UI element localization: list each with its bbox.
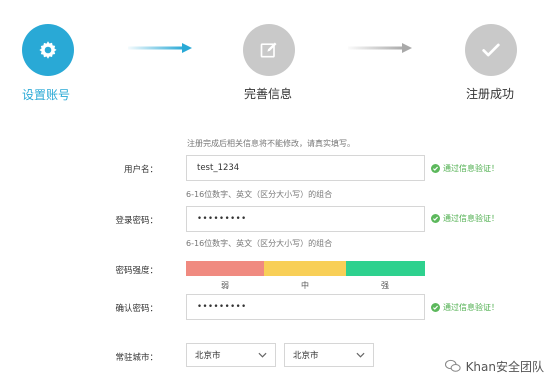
username-hint: 6-16位数字、英文（区分大小写）的组合: [186, 190, 333, 199]
step-2-circle: [243, 24, 295, 76]
confirm-password-status: 通过信息验证！: [431, 302, 499, 313]
check-icon: [482, 43, 500, 57]
step-3-label: 注册成功: [466, 87, 515, 101]
password-label: 登录密码：: [115, 216, 158, 226]
chevron-down-icon: [258, 352, 267, 358]
step-1-label: 设置账号: [22, 88, 71, 102]
confirm-password-input[interactable]: •••••••••: [186, 294, 425, 320]
password-value: •••••••••: [197, 214, 247, 224]
city-select-value: 北京市: [293, 351, 319, 361]
strength-strong-label: 强: [381, 281, 389, 290]
check-circle-icon: [431, 303, 440, 312]
gear-icon: [39, 41, 57, 59]
chevron-down-icon: [356, 352, 365, 358]
watermark: Khan安全团队: [444, 357, 544, 375]
confirm-password-label: 确认密码：: [115, 304, 158, 314]
username-status: 通过信息验证！: [431, 163, 499, 174]
wechat-icon: [444, 359, 461, 372]
password-status-text: 通过信息验证！: [443, 214, 499, 223]
watermark-text: Khan安全团队: [465, 359, 544, 374]
city-select[interactable]: 北京市: [284, 343, 374, 367]
step-1-circle: [22, 24, 74, 76]
strength-label: 密码强度：: [115, 266, 158, 276]
check-circle-icon: [431, 214, 440, 223]
step-2-label: 完善信息: [244, 87, 293, 101]
strength-strong-segment: [346, 261, 425, 276]
strength-weak-segment: [186, 261, 264, 276]
username-value: test_1234: [197, 163, 240, 173]
check-circle-icon: [431, 164, 440, 173]
confirm-password-value: •••••••••: [197, 302, 247, 312]
province-select-value: 北京市: [195, 351, 221, 361]
password-strength-meter: [186, 261, 425, 276]
step-3-circle: [465, 24, 517, 76]
edit-icon: [260, 42, 277, 58]
strength-medium-label: 中: [301, 281, 309, 290]
username-input[interactable]: test_1234: [186, 155, 425, 181]
username-label: 用户名：: [123, 165, 158, 175]
province-select[interactable]: 北京市: [186, 343, 276, 367]
city-label: 常驻城市：: [115, 353, 158, 363]
password-input[interactable]: •••••••••: [186, 206, 425, 232]
step-arrow-2: [348, 43, 412, 53]
password-hint: 6-16位数字、英文（区分大小写）的组合: [186, 239, 333, 248]
step-arrow-1: [128, 43, 192, 53]
password-status: 通过信息验证！: [431, 213, 499, 224]
form-notice: 注册完成后相关信息将不能修改，请真实填写。: [187, 139, 355, 148]
confirm-password-status-text: 通过信息验证！: [443, 303, 499, 312]
strength-medium-segment: [264, 261, 346, 276]
strength-weak-label: 弱: [221, 281, 229, 290]
username-status-text: 通过信息验证！: [443, 164, 499, 173]
